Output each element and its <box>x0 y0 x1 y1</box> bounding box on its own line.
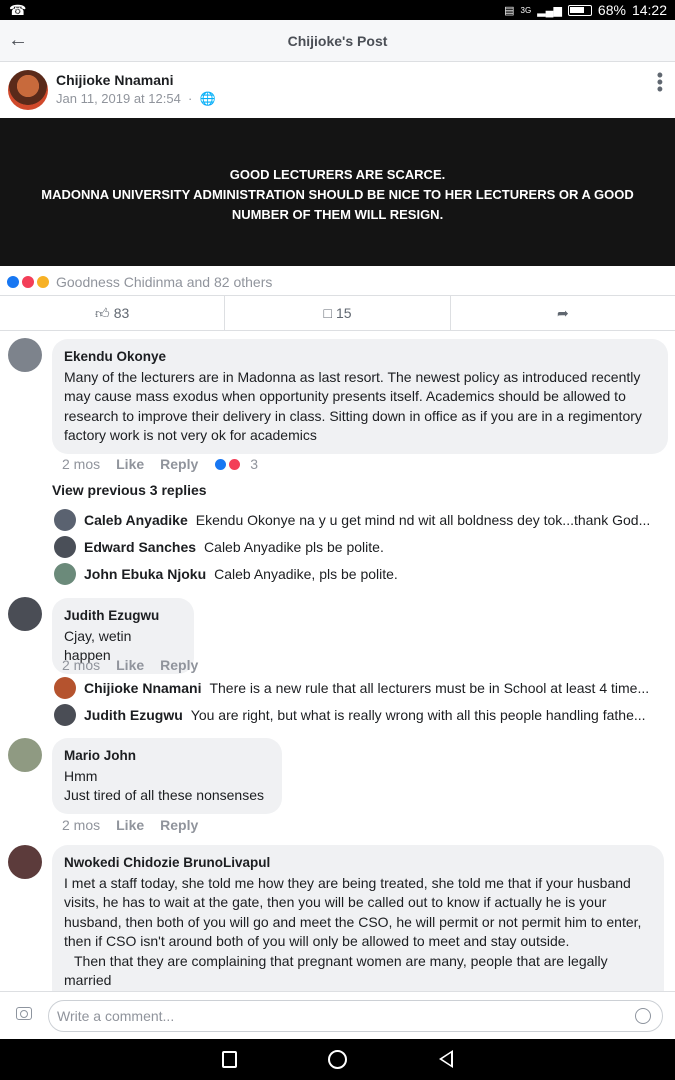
avatar[interactable] <box>8 338 42 372</box>
home-icon[interactable] <box>328 1050 347 1069</box>
comment-count: 15 <box>335 305 352 321</box>
post-time-text: Jan 11, 2019 at 12:54 <box>56 91 181 106</box>
avatar[interactable] <box>54 509 76 531</box>
app-header: ← Chijioke's Post <box>0 20 675 62</box>
avatar[interactable] <box>8 597 42 631</box>
comment-meta: 2 mos Like Reply <box>62 817 198 833</box>
avatar[interactable] <box>54 536 76 558</box>
post-author[interactable]: Chijioke Nnamani <box>56 72 173 88</box>
avatar[interactable] <box>54 563 76 585</box>
avatar[interactable] <box>8 70 48 110</box>
comment-author[interactable]: Mario John <box>64 746 270 766</box>
comment-author[interactable]: Nwokedi Chidozie BrunoLivapul <box>64 853 652 873</box>
post-banner: GOOD LECTURERS ARE SCARCE. MADONNA UNIVE… <box>0 118 675 266</box>
reply-author[interactable]: Caleb Anyadike <box>84 512 188 528</box>
comment-bubble[interactable]: Nwokedi Chidozie BrunoLivapul I met a st… <box>52 845 664 991</box>
love-reaction-icon <box>228 457 242 471</box>
comment-meta: 2 mos Like Reply <box>62 657 198 673</box>
comment-author[interactable]: Ekendu Okonye <box>64 347 656 367</box>
view-previous-replies[interactable]: View previous 3 replies <box>52 482 207 498</box>
banner-line: NUMBER OF THEM WILL RESIGN. <box>231 207 444 222</box>
comment-text: I met a staff today, she told me how the… <box>64 874 642 950</box>
comment-bubble[interactable]: Mario John Hmm Just tired of all these n… <box>52 738 282 814</box>
comment-text-line: Hmm <box>64 767 98 784</box>
comment-author[interactable]: Judith Ezugwu <box>64 606 182 626</box>
reply-item[interactable]: Edward Sanches Caleb Anyadike pls be pol… <box>54 536 654 558</box>
reactions-text: Goodness Chidinma and 82 others <box>56 274 273 290</box>
reply-author[interactable]: Judith Ezugwu <box>84 707 183 723</box>
share-arrow-icon: ➦ <box>556 304 569 321</box>
comment-bubble-icon: □ <box>323 305 332 321</box>
comment-reaction-count: 3 <box>250 456 259 472</box>
like-reaction-icon <box>6 275 20 289</box>
comment-text: Then that they are complaining that preg… <box>64 952 608 989</box>
comment-like-button[interactable]: Like <box>116 657 144 673</box>
comment-age: 2 mos <box>62 456 101 472</box>
reply-author[interactable]: Edward Sanches <box>84 539 196 555</box>
globe-icon: 🌐 <box>199 91 216 106</box>
comment-reply-button[interactable]: Reply <box>160 657 198 673</box>
reply-text: You are right, but what is really wrong … <box>190 707 646 723</box>
page-title: Chijioke's Post <box>287 33 388 49</box>
camera-icon[interactable] <box>16 1007 32 1020</box>
avatar[interactable] <box>54 677 76 699</box>
comment-input[interactable] <box>48 1000 663 1032</box>
comment-age: 2 mos <box>62 817 101 833</box>
comment-composer <box>0 991 675 1039</box>
avatar[interactable] <box>54 704 76 726</box>
reply-text: Caleb Anyadike, pls be polite. <box>214 566 398 582</box>
haha-reaction-icon <box>36 275 50 289</box>
whatsapp-icon: ☎ <box>9 2 27 18</box>
comment-button[interactable]: □ 15 <box>225 296 451 330</box>
emoji-icon[interactable] <box>635 1008 651 1024</box>
avatar[interactable] <box>8 845 42 879</box>
system-nav-bar <box>0 1039 675 1080</box>
reply-author[interactable]: John Ebuka Njoku <box>84 566 206 582</box>
comment-meta: 2 mos Like Reply 3 <box>62 456 258 472</box>
comment-reactions[interactable]: 3 <box>214 456 258 472</box>
more-options-icon[interactable]: • • • <box>657 66 663 98</box>
comment-text-line: Just tired of all these nonsenses <box>64 787 265 803</box>
comment-reply-button[interactable]: Reply <box>160 456 198 472</box>
battery-level: 68% <box>597 2 626 18</box>
reply-item[interactable]: John Ebuka Njoku Caleb Anyadike, pls be … <box>54 563 654 585</box>
recent-apps-icon[interactable] <box>222 1051 237 1068</box>
comment-like-button[interactable]: Like <box>116 817 144 833</box>
signal-icon: ▂▄▆ <box>537 4 562 17</box>
share-button[interactable]: ➦ <box>451 296 675 330</box>
avatar[interactable] <box>8 738 42 772</box>
love-reaction-icon <box>21 275 35 289</box>
reply-text: Caleb Anyadike pls be polite. <box>204 539 384 555</box>
comment-like-button[interactable]: Like <box>116 456 144 472</box>
like-count: 83 <box>113 305 130 321</box>
banner-line: MADONNA UNIVERSITY ADMINISTRATION SHOULD… <box>41 187 634 202</box>
reply-item[interactable]: Judith Ezugwu You are right, but what is… <box>54 704 654 726</box>
back-triangle-icon[interactable] <box>439 1050 453 1068</box>
separator-dot: · <box>184 91 196 106</box>
thumbs-up-icon: 👍︎ <box>95 304 110 321</box>
comment-bubble[interactable]: Ekendu Okonye Many of the lecturers are … <box>52 339 668 454</box>
clock: 14:22 <box>631 2 667 18</box>
banner-line: GOOD LECTURERS ARE SCARCE. <box>229 167 446 182</box>
reactions-summary[interactable]: Goodness Chidinma and 82 others <box>6 274 272 290</box>
reply-text: There is a new rule that all lecturers m… <box>209 680 650 696</box>
reply-author[interactable]: Chijioke Nnamani <box>84 680 201 696</box>
vibrate-icon: ▤ <box>504 4 515 17</box>
reply-item[interactable]: Caleb Anyadike Ekendu Okonye na y u get … <box>54 509 654 531</box>
comment-reply-button[interactable]: Reply <box>160 817 198 833</box>
like-button[interactable]: 👍︎ 83 <box>0 296 226 330</box>
post-timestamp[interactable]: Jan 11, 2019 at 12:54 · 🌐 <box>56 91 216 107</box>
reply-item[interactable]: Chijioke Nnamani There is a new rule tha… <box>54 677 654 699</box>
status-bar: ☎ ▤ 3G ▂▄▆ 68% 14:22 <box>0 0 675 20</box>
comment-text: Many of the lecturers are in Madonna as … <box>64 368 642 444</box>
like-reaction-icon <box>214 457 228 471</box>
reply-text: Ekendu Okonye na y u get mind nd wit all… <box>195 512 651 528</box>
network-label: 3G <box>520 5 532 15</box>
battery-icon <box>567 4 592 16</box>
comment-age: 2 mos <box>62 657 101 673</box>
post-actions: 👍︎ 83 □ 15 ➦ <box>0 295 675 331</box>
